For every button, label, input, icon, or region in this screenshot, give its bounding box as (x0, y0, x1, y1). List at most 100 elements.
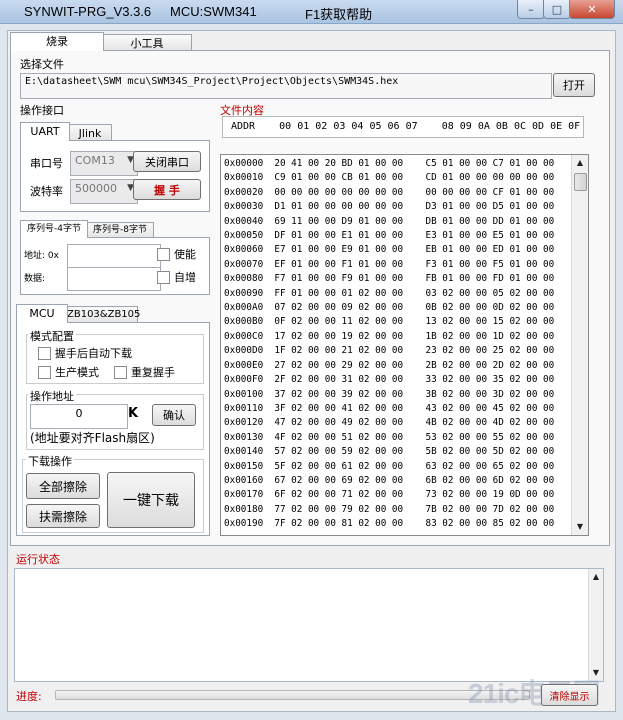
tab-zb103[interactable]: ZB103&ZB105 (66, 306, 141, 323)
tab-uart[interactable]: UART (20, 122, 70, 141)
tab-burn-label: 烧录 (46, 35, 68, 48)
serial-address-input[interactable] (67, 244, 161, 268)
production-mode-checkbox[interactable]: 生产模式 (38, 364, 99, 380)
repeat-handshake-checkbox[interactable]: 重复握手 (114, 364, 175, 380)
auto-download-checkbox[interactable]: 握手后自动下载 (38, 345, 132, 361)
hex-row: 0x00000 20 41 00 20 BD 01 00 00 C5 01 00… (224, 158, 555, 169)
close-port-button[interactable]: 关闭串口 (133, 151, 201, 172)
progress-label: 进度: (16, 690, 42, 703)
hex-row: 0x00020 00 00 00 00 00 00 00 00 00 00 00… (224, 186, 555, 198)
baud-label: 波特率 (30, 185, 63, 198)
repeat-handshake-label: 重复握手 (131, 366, 175, 379)
op-addr-label: 操作地址 (28, 388, 76, 404)
tab-jlink-label: Jlink (78, 127, 102, 140)
checkbox-box (38, 346, 51, 360)
confirm-button[interactable]: 确认 (152, 404, 196, 426)
file-path-field[interactable]: E:\datasheet\SWM mcu\SWM34S_Project\Proj… (20, 73, 552, 99)
minimize-button[interactable]: – (517, 0, 545, 19)
app-title: SYNWIT-PRG_V3.3.6 (24, 4, 152, 19)
hex-row: 0x00010 C9 01 00 00 CB 01 00 00 CD 01 00… (224, 172, 555, 184)
enable-checkbox[interactable]: 使能 (157, 246, 196, 262)
hex-row: 0x00150 5F 02 00 00 61 02 00 00 63 02 00… (224, 460, 555, 472)
hex-row: 0x00180 77 02 00 00 79 02 00 00 7B 02 00… (224, 503, 555, 515)
op-addr-unit: K (128, 406, 139, 421)
serial-data-input[interactable] (67, 267, 161, 291)
erase-all-button[interactable]: 全部擦除 (26, 473, 100, 499)
op-addr-input[interactable]: 0 (30, 404, 128, 429)
address-label: 地址: 0x (24, 251, 59, 261)
handshake-button[interactable]: 握 手 (133, 179, 201, 200)
close-icon: ✕ (587, 2, 597, 16)
one-click-download-button[interactable]: 一键下载 (107, 472, 195, 528)
hex-scrollbar[interactable]: ▲ ▼ (571, 155, 588, 535)
serial-port-label: 串口号 (30, 157, 63, 170)
port-section-label: 操作接口 (20, 104, 64, 117)
hex-row: 0x00060 E7 01 00 00 E9 01 00 00 EB 01 00… (224, 244, 555, 256)
status-scrollbar[interactable]: ▲ ▼ (588, 569, 603, 681)
close-button[interactable]: ✕ (569, 0, 615, 19)
hex-row: 0x00050 DF 01 00 00 E1 01 00 00 E3 01 00… (224, 230, 555, 242)
tab-mcu[interactable]: MCU (16, 304, 68, 323)
hex-rows: 0x00000 20 41 00 20 BD 01 00 00 C5 01 00… (224, 157, 554, 532)
enable-label: 使能 (174, 248, 196, 261)
clear-display-button[interactable]: 清除显示 (541, 684, 598, 706)
hex-row: 0x00170 6F 02 00 00 71 02 00 00 73 02 00… (224, 489, 555, 501)
autoinc-label: 自增 (174, 271, 196, 284)
scroll-up-icon[interactable]: ▲ (572, 155, 588, 171)
tab-uart-label: UART (30, 125, 60, 138)
hex-row: 0x000C0 17 02 00 00 19 02 00 00 1B 02 00… (224, 330, 555, 342)
tab-tools[interactable]: 小工具 (102, 34, 192, 51)
maximize-button[interactable]: □ (543, 0, 571, 19)
hex-row: 0x000B0 0F 02 00 00 11 02 00 00 13 02 00… (224, 316, 555, 328)
mode-label: 模式配置 (28, 328, 76, 344)
tab-serial-8byte[interactable]: 序列号-8字节 (86, 222, 154, 238)
scroll-up-icon[interactable]: ▲ (589, 569, 603, 585)
status-log[interactable]: ▲ ▼ (14, 568, 604, 682)
scroll-down-icon[interactable]: ▼ (572, 519, 588, 535)
hex-view[interactable]: 0x00000 20 41 00 20 BD 01 00 00 C5 01 00… (220, 154, 589, 536)
serial-port-value: COM13 (75, 154, 115, 167)
hex-row: 0x00110 3F 02 00 00 41 02 00 00 43 02 00… (224, 402, 555, 414)
hex-row: 0x00070 EF 01 00 00 F1 01 00 00 F3 01 00… (224, 258, 555, 270)
hex-row: 0x00130 4F 02 00 00 51 02 00 00 53 02 00… (224, 431, 555, 443)
hex-row: 0x00160 67 02 00 00 69 02 00 00 6B 02 00… (224, 474, 555, 486)
tab-tools-label: 小工具 (130, 37, 164, 50)
mcu-label: MCU:SWM341 (170, 4, 257, 19)
tab-serial-4byte[interactable]: 序列号-4字节 (20, 220, 88, 238)
hex-row: 0x000D0 1F 02 00 00 21 02 00 00 23 02 00… (224, 345, 555, 357)
checkbox-box (157, 270, 170, 284)
serial-port-select[interactable]: COM13 ▼ (70, 151, 138, 176)
hex-row: 0x000A0 07 02 00 00 09 02 00 00 0B 02 00… (224, 302, 555, 314)
auto-download-label: 握手后自动下载 (55, 347, 132, 360)
minimize-icon: – (528, 2, 534, 16)
autoinc-checkbox[interactable]: 自增 (157, 269, 196, 285)
tab-serial-8byte-label: 序列号-8字节 (93, 225, 147, 235)
checkbox-box (157, 247, 170, 261)
hex-row: 0x00190 7F 02 00 00 81 02 00 00 83 02 00… (224, 518, 555, 530)
scroll-thumb[interactable] (574, 173, 587, 191)
hex-header: ADDR 00 01 02 03 04 05 06 07 08 09 0A 0B… (222, 116, 584, 138)
erase-sector-button[interactable]: 扶需擦除 (26, 504, 100, 528)
align-note: (地址要对齐Flash扇区) (30, 431, 155, 445)
hex-row: 0x00140 57 02 00 00 59 02 00 00 5B 02 00… (224, 446, 555, 458)
maximize-icon: □ (551, 2, 563, 16)
help-label: F1获取帮助 (305, 7, 373, 22)
progress-bar (55, 690, 530, 700)
status-label: 运行状态 (16, 553, 60, 566)
baud-value: 500000 (75, 182, 117, 195)
tab-serial-4byte-label: 序列号-4字节 (27, 224, 81, 234)
download-label: 下载操作 (26, 453, 74, 469)
checkbox-box (38, 365, 51, 379)
tab-zb103-label: ZB103&ZB105 (67, 309, 141, 320)
hex-row: 0x00030 D1 01 00 00 00 00 00 00 D3 01 00… (224, 201, 555, 213)
hex-row: 0x00040 69 11 00 00 D9 01 00 00 DB 01 00… (224, 215, 555, 227)
hex-row: 0x000F0 2F 02 00 00 31 02 00 00 33 02 00… (224, 374, 555, 386)
checkbox-box (114, 365, 127, 379)
tab-mcu-label: MCU (29, 307, 55, 320)
tab-jlink[interactable]: Jlink (68, 124, 112, 141)
open-file-button[interactable]: 打开 (553, 73, 595, 97)
hex-row: 0x00120 47 02 00 00 49 02 00 00 4B 02 00… (224, 417, 555, 429)
title-bar: SYNWIT-PRG_V3.3.6 MCU:SWM341 F1获取帮助 – □ … (0, 0, 623, 24)
tab-burn[interactable]: 烧录 (10, 32, 104, 51)
baud-select[interactable]: 500000 ▼ (70, 179, 138, 204)
